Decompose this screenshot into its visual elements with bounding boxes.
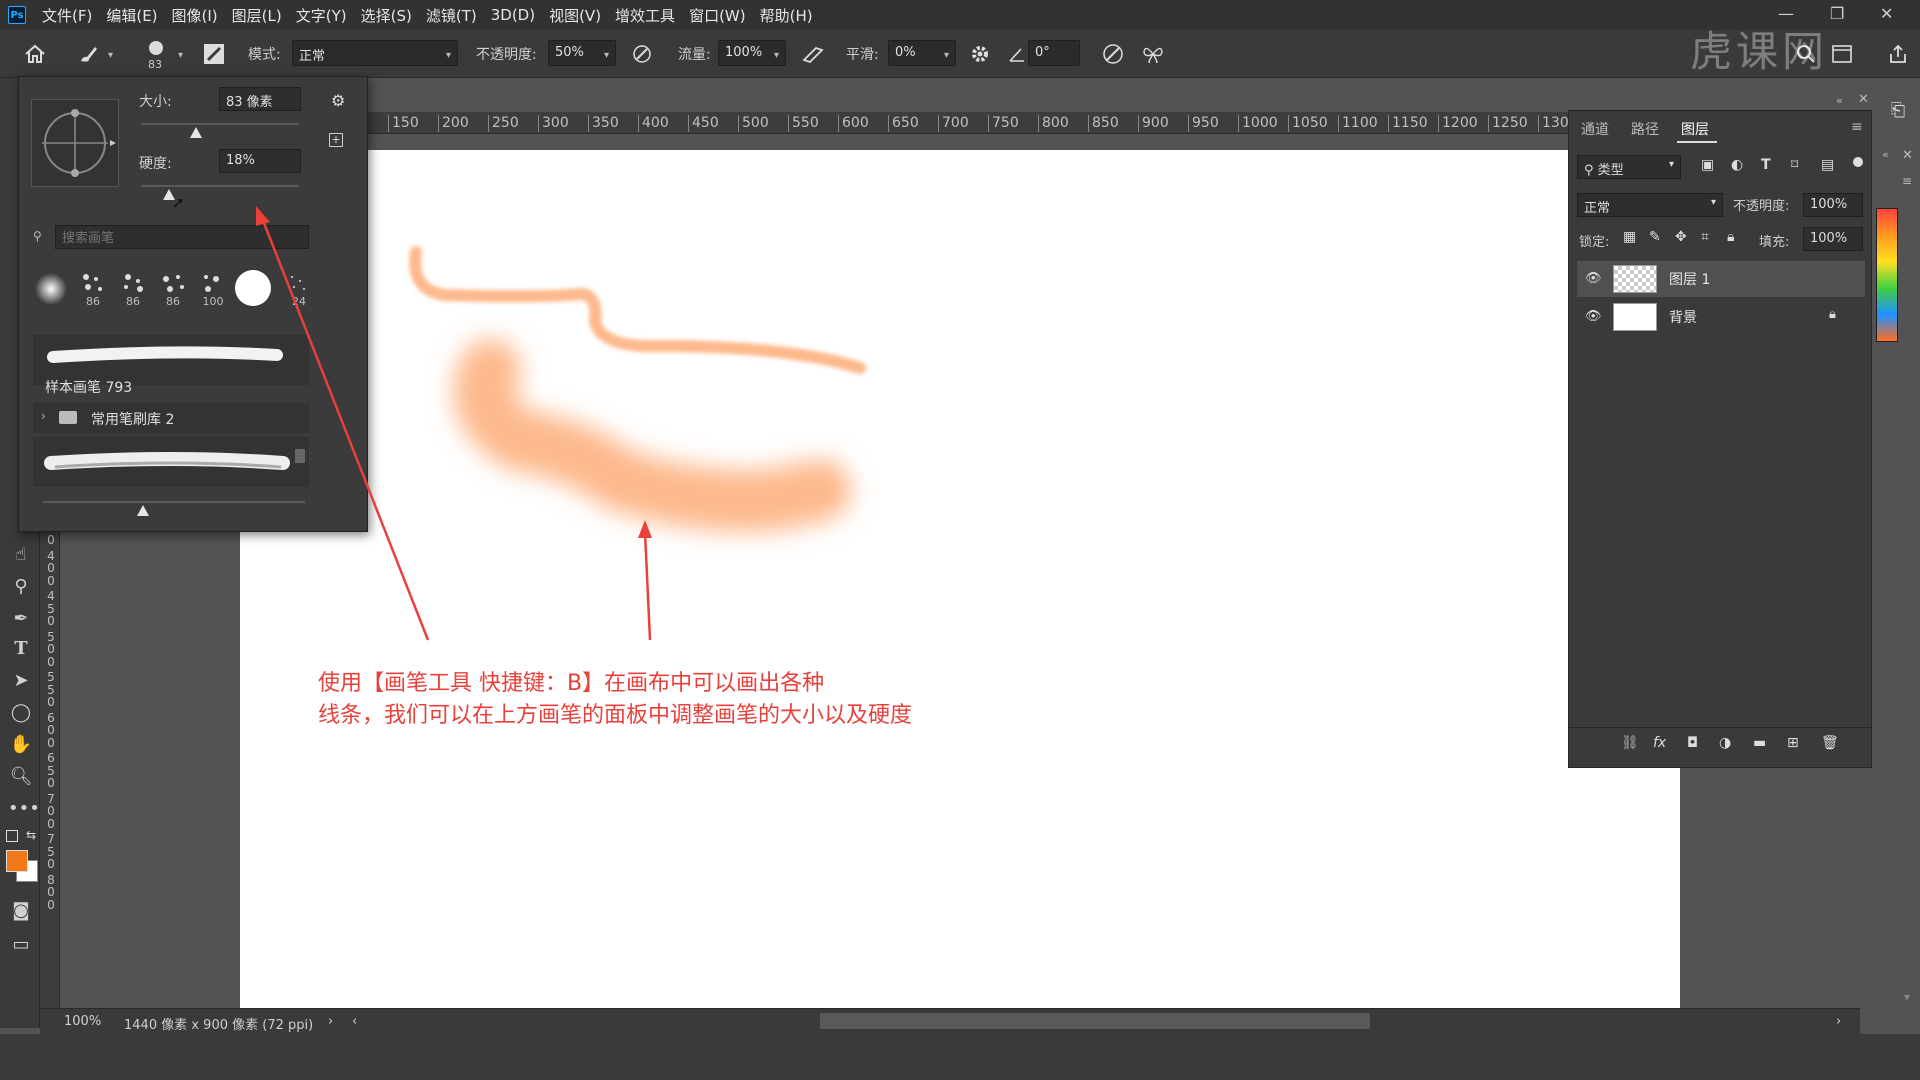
delete-layer-icon[interactable]: 🗑︎ [1821,735,1839,751]
active-tab-underline [1677,141,1717,143]
link-layers-icon[interactable]: ⛓ [1621,735,1639,751]
lock-label: 锁定: [1579,235,1610,250]
chevron-down-icon: ▾ [1710,197,1716,208]
layer-opacity-label: 不透明度: [1733,199,1790,214]
new-layer-icon[interactable]: ⊞ [1787,735,1799,751]
chevron-down-icon: ▾ [1668,159,1674,170]
layer-opacity-value: 100% [1810,197,1848,212]
color-swatch-strip[interactable] [1876,208,1898,342]
filter-type-value: 类型 [1597,163,1624,178]
fill-field[interactable]: 100% [1803,227,1863,251]
panel-menu-icon[interactable]: ≡ [1902,174,1912,188]
lock-position-icon[interactable]: ✥ [1675,229,1687,245]
scroll-right-icon[interactable]: › [1836,1014,1841,1029]
layer-name: 背景 [1669,310,1697,326]
eye-icon[interactable]: 👁︎ [1585,309,1602,324]
scroll-down-icon[interactable]: ▾ [1904,990,1910,1004]
lock-transparent-icon[interactable]: ▦ [1623,229,1636,245]
eye-icon[interactable]: 👁︎ [1585,271,1602,286]
filter-shape-icon[interactable]: ⌑ [1791,157,1798,173]
filter-pixel-icon[interactable]: ▣ [1701,157,1714,173]
lock-all-icon[interactable]: 🔒︎ [1727,229,1734,245]
layer-thumbnail [1613,265,1657,293]
document-info: 1440 像素 x 900 像素 (72 ppi) [124,1018,314,1033]
panel-footer-divider [1569,727,1871,728]
arrow-to-panel-head [256,206,270,226]
layer-filter-select[interactable]: ⚲ 类型 ▾ [1577,155,1681,179]
layer-thumbnail [1613,303,1657,331]
layer-opacity-field[interactable]: 100% [1803,193,1863,217]
fx-icon[interactable]: fx [1653,735,1666,751]
arrow-to-canvas-head [638,520,652,538]
layers-panel: 通道 路径 图层 ≡ ⚲ 类型 ▾ ▣ ◐ T ⌑ ▤ 正常 ▾ 不透明度: 100… [1568,110,1872,768]
tab-channels[interactable]: 通道 [1581,119,1609,139]
history-panel-icon[interactable]: ⎗ [1880,100,1916,140]
collapse-panels-icon[interactable]: « [1836,94,1843,107]
panel-menu-icon[interactable]: ≡ [1851,119,1863,135]
new-group-icon[interactable]: ▬ [1753,735,1766,751]
layer-row-1[interactable]: 👁︎ 图层 1 [1577,261,1865,297]
tutorial-annotation: 使用【画笔工具 快捷键：B】在画布中可以画出各种 线条，我们可以在上方画笔的面板… [318,668,912,732]
expand-panels-icon[interactable]: « [1882,148,1889,161]
status-arrow-icon[interactable]: › [328,1014,333,1029]
lock-artboard-icon[interactable]: ⌗ [1701,229,1709,245]
zoom-level[interactable]: 100% [64,1014,101,1029]
lock-icon: 🔒︎ [1829,307,1836,322]
annotation-line-1: 使用【画笔工具 快捷键：B】在画布中可以画出各种 [318,671,825,696]
arrow-to-panel [260,217,430,641]
search-icon: ⚲ [1584,163,1598,178]
layer-name: 图层 1 [1669,272,1711,288]
bottom-area [0,1034,1920,1080]
horizontal-scrollbar-thumb[interactable] [820,1013,1370,1029]
filter-toggle-icon[interactable] [1853,157,1863,167]
fill-label: 填充: [1759,235,1790,250]
arrow-to-canvas [643,531,652,641]
filter-type-icon[interactable]: T [1761,157,1771,173]
add-mask-icon[interactable]: ◘ [1687,735,1698,751]
tab-layers[interactable]: 图层 [1681,119,1709,139]
tab-paths[interactable]: 路径 [1631,119,1659,139]
filter-adjustment-icon[interactable]: ◐ [1731,157,1743,173]
close-icon[interactable]: ✕ [1902,148,1913,163]
lock-image-icon[interactable]: ✎ [1649,229,1661,245]
adjustment-layer-icon[interactable]: ◑ [1719,735,1731,751]
fill-value: 100% [1810,231,1848,246]
blend-mode-select[interactable]: 正常 ▾ [1577,193,1723,217]
close-panel-icon[interactable]: ✕ [1858,92,1869,107]
layer-row-background[interactable]: 👁︎ 背景 🔒︎ [1577,299,1865,335]
status-bar: 100% 1440 像素 x 900 像素 (72 ppi) › ‹ › [40,1008,1860,1034]
blend-mode-value: 正常 [1584,201,1611,216]
filter-smart-object-icon[interactable]: ▤ [1821,157,1834,173]
annotation-line-2: 线条，我们可以在上方画笔的面板中调整画笔的大小以及硬度 [318,703,913,728]
scroll-left-icon[interactable]: ‹ [352,1014,357,1029]
